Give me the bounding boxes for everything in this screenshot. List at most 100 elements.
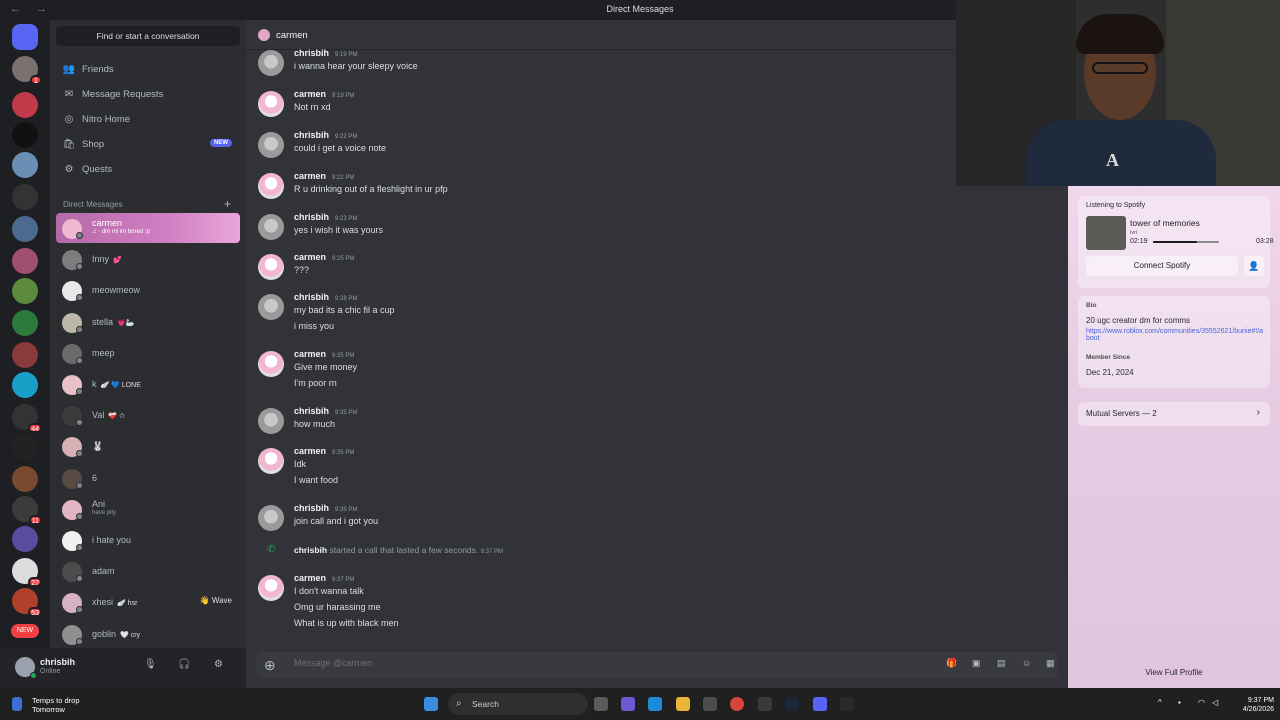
dm-item[interactable]: meep [56, 338, 240, 368]
message-author[interactable]: chrisbih 9:23 PM [294, 212, 357, 222]
sticker-icon[interactable]: ▤ [997, 658, 1006, 669]
track-artist[interactable]: ivri [1130, 230, 1137, 236]
server-icon[interactable] [12, 466, 38, 492]
dm-item[interactable]: stella 💗🦢 [56, 307, 240, 337]
message-author[interactable]: chrisbih 9:22 PM [294, 130, 357, 140]
new-server-badge[interactable]: NEW [11, 624, 39, 638]
add-friend-icon[interactable]: 👤 [1244, 256, 1264, 276]
message-avatar[interactable] [258, 505, 284, 531]
store-icon[interactable] [703, 697, 717, 711]
headset-icon[interactable]: 🎧 [178, 659, 190, 670]
tray-chevron-icon[interactable]: ^ [1158, 698, 1162, 707]
server-icon[interactable] [12, 310, 38, 336]
add-dm-icon[interactable]: + [224, 197, 231, 211]
epic-games-icon[interactable] [840, 697, 854, 711]
volume-icon[interactable]: ◁ [1212, 698, 1218, 707]
discord-taskbar-icon[interactable] [813, 697, 827, 711]
message-avatar[interactable] [258, 132, 284, 158]
dm-item[interactable]: goblin 🤍 cry [56, 619, 240, 649]
server-icon[interactable] [12, 184, 38, 210]
bio-link[interactable]: https://www.roblox.com/communities/35552… [1086, 328, 1266, 342]
message-avatar[interactable] [258, 50, 284, 76]
settings-icon[interactable]: ⚙ [214, 659, 223, 670]
server-icon[interactable] [12, 152, 38, 178]
nav-message-requests[interactable]: ✉ Message Requests [56, 83, 240, 105]
dm-item[interactable]: k 🪽 💙 LONE [56, 369, 240, 399]
wifi-icon[interactable]: ◠ [1198, 698, 1205, 707]
copilot-icon[interactable] [621, 697, 635, 711]
message-author[interactable]: carmen 9:35 PM [294, 349, 354, 359]
server-icon[interactable] [12, 92, 38, 118]
attach-plus-icon[interactable]: ⊕ [264, 657, 276, 674]
server-icon[interactable] [12, 278, 38, 304]
dm-item[interactable]: Inny 💕 [56, 244, 240, 274]
file-explorer-icon[interactable] [676, 697, 690, 711]
username[interactable]: chrisbih [40, 657, 75, 667]
message-author[interactable]: chrisbih 9:19 PM [294, 48, 357, 58]
system-clock[interactable]: 9:37 PM 4/26/2026 [1232, 696, 1274, 714]
server-icon[interactable] [12, 122, 38, 148]
nav-quests[interactable]: ⚙ Quests [56, 158, 240, 180]
server-icon[interactable] [12, 216, 38, 242]
app-icon[interactable] [758, 697, 772, 711]
server-icon[interactable]: 27 [12, 558, 42, 587]
start-icon[interactable] [424, 697, 438, 711]
weather-icon[interactable] [12, 697, 22, 711]
chrome-icon[interactable] [730, 697, 744, 711]
message-avatar[interactable] [258, 351, 284, 377]
message-author[interactable]: chrisbih 9:28 PM [294, 292, 357, 302]
nav-nitro-home[interactable]: ◎ Nitro Home [56, 108, 240, 130]
dm-item[interactable]: carmen ♫ · dm mi im bored :p [56, 213, 240, 243]
server-icon[interactable] [12, 342, 38, 368]
dm-item[interactable]: Val ❤️‍🩹 ✩ [56, 400, 240, 430]
message-avatar[interactable] [258, 294, 284, 320]
track-title[interactable]: tower of memories [1130, 218, 1200, 228]
server-icon[interactable]: 11 [12, 496, 42, 525]
view-full-profile-link[interactable]: View Full Profile [1068, 668, 1280, 677]
server-icon[interactable] [12, 434, 38, 460]
server-icon[interactable] [12, 372, 38, 398]
message-avatar[interactable] [258, 254, 284, 280]
message-author[interactable]: chrisbih 9:35 PM [294, 503, 357, 513]
taskbar-search[interactable]: ⌕ Search [448, 693, 588, 715]
server-icon[interactable] [12, 248, 38, 274]
recipient-name[interactable]: carmen [276, 30, 308, 41]
message-author[interactable]: carmen 9:35 PM [294, 446, 354, 456]
dm-item[interactable]: 6 [56, 463, 240, 493]
message-avatar[interactable] [258, 91, 284, 117]
find-conversation-button[interactable]: Find or start a conversation [56, 26, 240, 46]
discord-home-icon[interactable] [12, 24, 38, 50]
message-avatar[interactable] [258, 214, 284, 240]
message-input[interactable] [294, 658, 894, 668]
message-author[interactable]: carmen 9:25 PM [294, 252, 354, 262]
microphone-icon[interactable]: 🎙 [144, 659, 157, 670]
dm-item[interactable]: xhesi 🪽 hsr 👋 Wave [56, 587, 240, 617]
message-author[interactable]: carmen 9:22 PM [294, 171, 354, 181]
gift-icon[interactable]: 🎁 [946, 658, 957, 669]
message-avatar[interactable] [258, 408, 284, 434]
server-icon[interactable]: 53 [12, 588, 42, 617]
server-icon[interactable]: 1 [12, 56, 42, 85]
connect-spotify-button[interactable]: Connect Spotify [1086, 256, 1238, 276]
message-avatar[interactable] [258, 448, 284, 474]
nav-shop[interactable]: 🛍 Shop NEW [56, 133, 240, 155]
wave-button[interactable]: 👋 Wave [200, 596, 232, 605]
edge-icon[interactable] [648, 697, 662, 711]
steam-icon[interactable] [785, 697, 799, 711]
gif-icon[interactable]: ▣ [972, 658, 981, 669]
dm-item[interactable]: meowmeow [56, 275, 240, 305]
message-avatar[interactable] [258, 173, 284, 199]
server-icon[interactable]: 44 [12, 404, 42, 433]
mutual-servers-row[interactable]: Mutual Servers — 2 › [1078, 402, 1270, 426]
message-avatar[interactable] [258, 575, 284, 601]
dm-item[interactable]: adam [56, 556, 240, 586]
dm-item[interactable]: i hate you [56, 525, 240, 555]
tray-app-icon[interactable]: ▪ [1178, 698, 1181, 707]
emoji-icon[interactable]: ☺ [1022, 658, 1031, 668]
message-author[interactable]: carmen 9:37 PM [294, 573, 354, 583]
message-author[interactable]: carmen 9:19 PM [294, 89, 354, 99]
nav-friends[interactable]: 👥 Friends [56, 58, 240, 80]
task-view-icon[interactable] [594, 697, 608, 711]
recipient-avatar[interactable] [258, 29, 270, 41]
server-icon[interactable] [12, 526, 38, 552]
